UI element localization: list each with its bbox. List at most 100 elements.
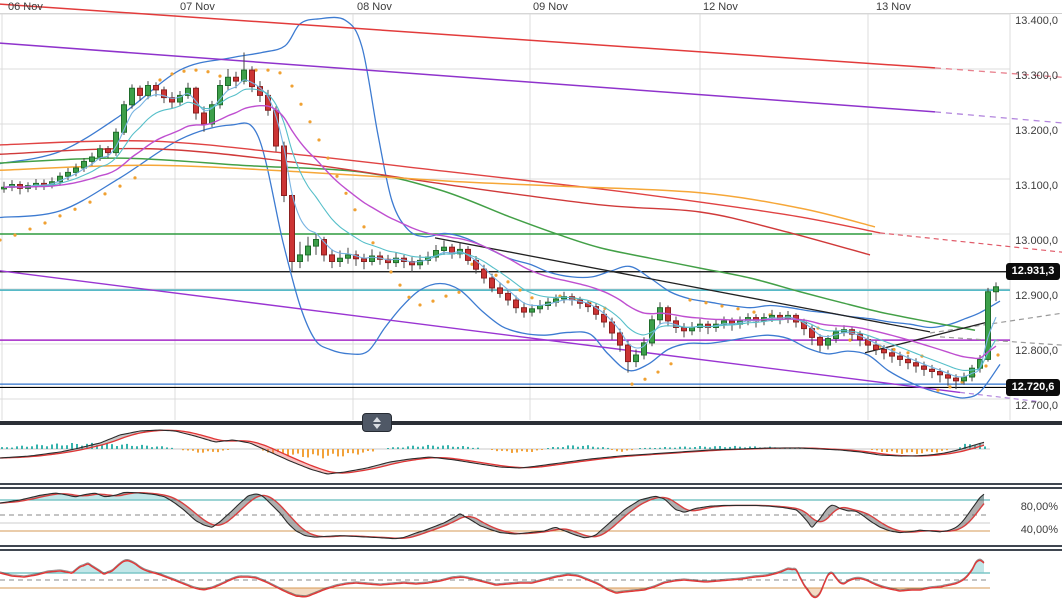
candle-up xyxy=(66,172,71,176)
candle-down xyxy=(938,372,943,375)
trendline-purple-projection xyxy=(935,112,1062,123)
sar-dot xyxy=(418,303,421,306)
candle-up xyxy=(74,168,79,172)
candle-down xyxy=(898,356,903,359)
x-axis-label: 07 Nov xyxy=(180,1,215,13)
macd-line xyxy=(0,430,984,474)
candle-up xyxy=(306,246,311,255)
candle-up xyxy=(98,149,103,157)
sar-dot xyxy=(398,284,401,287)
sar-dot xyxy=(58,214,61,217)
sar-dot xyxy=(344,192,347,195)
candle-up xyxy=(298,255,303,262)
sar-dot xyxy=(158,78,161,81)
candle-up xyxy=(338,258,343,261)
sar-dot xyxy=(103,192,106,195)
sar-dot xyxy=(317,138,320,141)
candle-down xyxy=(290,196,295,262)
sar-dot xyxy=(704,301,707,304)
sar-dot xyxy=(290,84,293,87)
y-axis-label: 12.700,0 xyxy=(998,400,1058,412)
candle-down xyxy=(106,149,111,153)
y-axis-label: 13.300,0 xyxy=(998,70,1058,82)
candle-down xyxy=(922,366,927,369)
sar-dot xyxy=(266,69,269,72)
candle-down xyxy=(202,113,207,124)
candle-up xyxy=(826,339,831,346)
sar-dot xyxy=(170,72,173,75)
sar-dot xyxy=(362,225,365,228)
candle-up xyxy=(346,255,351,258)
sar-dot xyxy=(984,364,987,367)
trendline-black-down xyxy=(435,238,930,332)
sar-dot xyxy=(906,351,909,354)
stochastic-80-label: 80,00% xyxy=(998,501,1058,513)
candle-down xyxy=(154,86,159,90)
sar-dot xyxy=(73,208,76,211)
x-axis-label: 08 Nov xyxy=(357,1,392,13)
sar-dot xyxy=(643,378,646,381)
sar-dot xyxy=(407,296,410,299)
candle-down xyxy=(626,345,631,362)
macd-signal-line xyxy=(0,430,984,473)
sar-dot xyxy=(13,234,16,237)
candle-up xyxy=(690,328,695,331)
price-badge-support: 12.720,6 xyxy=(1006,379,1060,396)
sar-dot xyxy=(194,69,197,72)
candle-down xyxy=(818,337,823,345)
candle-down xyxy=(618,333,623,345)
candle-down xyxy=(930,369,935,371)
sar-dot xyxy=(0,238,2,241)
candle-down xyxy=(954,378,959,381)
candle-down xyxy=(506,293,511,300)
sar-dot xyxy=(278,71,281,74)
trendline-purple xyxy=(0,43,935,112)
candle-down xyxy=(362,259,367,262)
candle-up xyxy=(90,157,95,161)
candle-up xyxy=(122,105,127,133)
chart-canvas[interactable] xyxy=(0,0,1062,606)
sar-dot xyxy=(389,270,392,273)
candle-up xyxy=(770,315,775,317)
candle-down xyxy=(482,269,487,278)
ma-red-slow xyxy=(0,149,870,255)
candle-down xyxy=(234,77,239,81)
y-axis-label: 13.000,0 xyxy=(998,235,1058,247)
candle-down xyxy=(682,328,687,331)
sar-dot xyxy=(133,176,136,179)
candle-up xyxy=(130,88,135,105)
sar-dot xyxy=(353,208,356,211)
sar-dot xyxy=(118,185,121,188)
sar-dot xyxy=(518,289,521,292)
sar-dot xyxy=(530,296,533,299)
sar-dot xyxy=(28,227,31,230)
candle-down xyxy=(522,308,527,312)
oscillator-line xyxy=(0,560,984,597)
ma-red-fast xyxy=(0,141,880,233)
trading-chart-window: 06 Nov07 Nov08 Nov09 Nov12 Nov13 Nov 13.… xyxy=(0,0,1062,606)
candle-up xyxy=(442,247,447,250)
candle-down xyxy=(890,353,895,356)
sar-dot xyxy=(43,221,46,224)
sar-dot xyxy=(335,175,338,178)
bollinger-lower xyxy=(0,123,1000,398)
sar-dot xyxy=(720,304,723,307)
sar-dot xyxy=(669,362,672,365)
y-axis-label: 13.400,0 xyxy=(998,15,1058,27)
ma-green xyxy=(0,158,975,330)
ema-21 xyxy=(4,106,996,359)
panel-splitter-handle[interactable] xyxy=(362,413,392,432)
sar-dot xyxy=(948,385,951,388)
sar-dot xyxy=(688,298,691,301)
candle-down xyxy=(914,363,919,366)
stochastic-panel xyxy=(0,492,990,538)
x-axis-label: 06 Nov xyxy=(8,1,43,13)
bollinger-upper xyxy=(0,17,1000,327)
sar-dot xyxy=(206,70,209,73)
sar-dot xyxy=(299,103,302,106)
price-badge-resistance: 12.931,3 xyxy=(1006,263,1060,280)
candle-down xyxy=(490,278,495,288)
sar-dot xyxy=(506,280,509,283)
candle-down xyxy=(874,345,879,349)
candle-down xyxy=(906,359,911,362)
